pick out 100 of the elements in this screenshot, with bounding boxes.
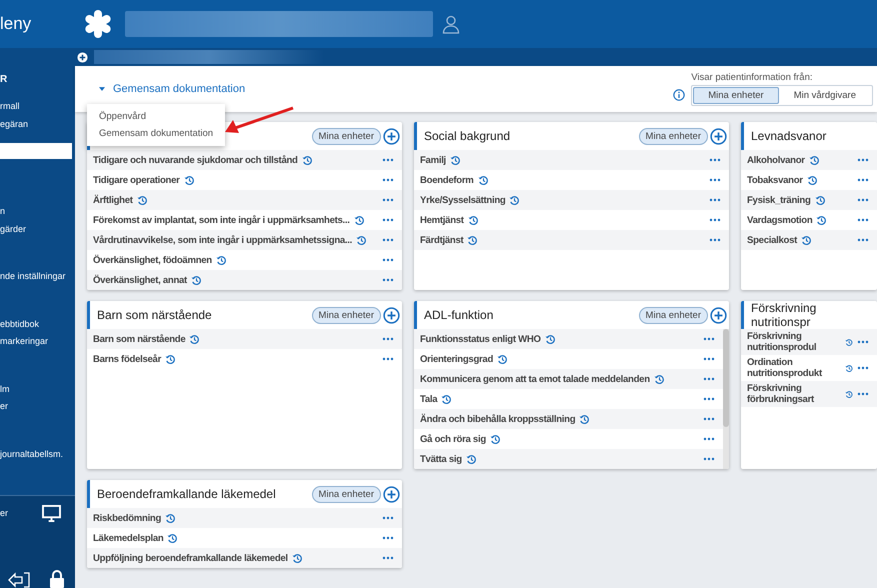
more-icon[interactable] bbox=[382, 357, 394, 361]
history-icon[interactable] bbox=[467, 234, 478, 246]
row-label[interactable]: Vardagsmotion bbox=[747, 214, 812, 226]
row-label[interactable]: Förekomst av implantat, som inte ingår i uppmärksamhets... bbox=[93, 214, 350, 226]
sidebar-item[interactable]: er bbox=[0, 508, 8, 518]
add-icon[interactable] bbox=[383, 128, 400, 144]
row-label[interactable]: Tala bbox=[420, 394, 438, 404]
history-icon[interactable] bbox=[354, 214, 365, 226]
search-field[interactable] bbox=[0, 143, 72, 159]
history-icon[interactable] bbox=[478, 174, 488, 186]
more-icon[interactable] bbox=[382, 556, 394, 560]
history-icon[interactable] bbox=[356, 234, 368, 246]
logout-icon[interactable] bbox=[8, 572, 30, 588]
more-icon[interactable] bbox=[382, 258, 394, 262]
history-icon[interactable] bbox=[189, 334, 200, 344]
history-icon[interactable] bbox=[190, 274, 202, 286]
history-icon[interactable] bbox=[490, 434, 501, 444]
more-icon[interactable] bbox=[857, 238, 869, 242]
sidebar-item[interactable]: egäran bbox=[0, 116, 75, 133]
row-label[interactable]: Ordination nutritionsprodukt bbox=[747, 357, 841, 379]
lock-icon[interactable] bbox=[49, 570, 65, 588]
menu-item[interactable]: Öppenvård bbox=[87, 108, 226, 125]
history-icon[interactable] bbox=[441, 394, 452, 404]
more-icon[interactable] bbox=[382, 536, 394, 540]
row-label[interactable]: Barn som närstående bbox=[93, 334, 186, 344]
more-icon[interactable] bbox=[709, 238, 721, 242]
history-icon[interactable] bbox=[844, 388, 853, 400]
filter-pill[interactable]: Mina enheter bbox=[312, 306, 381, 324]
sidebar-item[interactable]: er bbox=[0, 398, 75, 416]
caret-icon[interactable] bbox=[99, 87, 105, 91]
history-icon[interactable] bbox=[450, 154, 461, 166]
row-label[interactable]: Tidigare operationer bbox=[93, 174, 180, 186]
more-icon[interactable] bbox=[382, 158, 394, 162]
more-icon[interactable] bbox=[857, 178, 869, 182]
row-label[interactable]: Läkemedelsplan bbox=[93, 532, 164, 544]
more-icon[interactable] bbox=[382, 178, 394, 182]
menu-title[interactable]: leny bbox=[0, 14, 75, 34]
more-icon[interactable] bbox=[382, 516, 394, 520]
history-icon[interactable] bbox=[544, 334, 556, 344]
row-label[interactable]: Färdtjänst bbox=[420, 234, 464, 246]
history-icon[interactable] bbox=[808, 154, 820, 166]
user-icon[interactable] bbox=[441, 14, 461, 34]
more-icon[interactable] bbox=[703, 377, 715, 381]
menu-item[interactable]: Gemensam dokumentation bbox=[87, 125, 226, 142]
monitor-icon[interactable] bbox=[42, 504, 61, 522]
row-label[interactable]: Överkänslighet, annat bbox=[93, 274, 187, 286]
history-icon[interactable] bbox=[184, 174, 195, 186]
row-label[interactable]: Hemtjänst bbox=[420, 214, 464, 226]
more-icon[interactable] bbox=[709, 178, 721, 182]
filter-pill[interactable]: Mina enheter bbox=[312, 486, 381, 502]
history-icon[interactable] bbox=[302, 154, 313, 166]
more-icon[interactable] bbox=[382, 278, 394, 282]
filter-pill[interactable]: Mina enheter bbox=[312, 128, 381, 144]
add-icon[interactable] bbox=[383, 486, 400, 502]
row-label[interactable]: Gå och röra sig bbox=[420, 434, 486, 444]
row-label[interactable]: Överkänslighet, födoämnen bbox=[93, 254, 212, 266]
more-icon[interactable] bbox=[382, 218, 394, 222]
more-icon[interactable] bbox=[703, 417, 715, 421]
history-icon[interactable] bbox=[844, 336, 853, 348]
more-icon[interactable] bbox=[857, 218, 869, 222]
sidebar-item[interactable]: nde inställningar bbox=[0, 268, 75, 286]
row-label[interactable]: Ärftlighet bbox=[93, 194, 133, 206]
row-label[interactable]: Barns födelseår bbox=[93, 354, 162, 364]
row-label[interactable]: Tvätta sig bbox=[420, 454, 462, 464]
more-icon[interactable] bbox=[709, 218, 721, 222]
row-label[interactable]: Tobaksvanor bbox=[747, 174, 803, 186]
more-icon[interactable] bbox=[382, 238, 394, 242]
row-label[interactable]: Familj bbox=[420, 154, 446, 166]
history-icon[interactable] bbox=[509, 194, 520, 206]
more-icon[interactable] bbox=[382, 337, 394, 341]
more-icon[interactable] bbox=[857, 366, 869, 370]
more-icon[interactable] bbox=[703, 437, 715, 441]
history-icon[interactable] bbox=[466, 454, 477, 464]
history-icon[interactable] bbox=[165, 512, 176, 524]
history-icon[interactable] bbox=[806, 174, 818, 186]
source-option[interactable]: Mina enheter bbox=[693, 87, 779, 104]
add-icon[interactable] bbox=[77, 52, 88, 62]
add-icon[interactable] bbox=[710, 128, 727, 144]
more-icon[interactable] bbox=[703, 357, 715, 361]
history-icon[interactable] bbox=[165, 354, 176, 364]
history-icon[interactable] bbox=[468, 214, 479, 226]
history-icon[interactable] bbox=[814, 194, 826, 206]
row-label[interactable]: Orienteringsgrad bbox=[420, 354, 494, 364]
row-label[interactable]: Yrke/Sysselsättning bbox=[420, 194, 506, 206]
history-icon[interactable] bbox=[801, 234, 812, 246]
more-icon[interactable] bbox=[857, 340, 869, 344]
more-icon[interactable] bbox=[703, 457, 715, 461]
sidebar-item[interactable]: gärder bbox=[0, 220, 75, 238]
more-icon[interactable] bbox=[709, 158, 721, 162]
history-icon[interactable] bbox=[579, 414, 590, 424]
sidebar-item[interactable]: ebbtidbok bbox=[0, 316, 75, 333]
history-icon[interactable] bbox=[816, 214, 828, 226]
view-dropdown[interactable]: Gemensam dokumentation bbox=[99, 83, 246, 95]
more-icon[interactable] bbox=[857, 158, 869, 162]
history-icon[interactable] bbox=[654, 374, 665, 384]
history-icon[interactable] bbox=[167, 532, 178, 544]
history-icon[interactable] bbox=[844, 362, 853, 374]
info-icon[interactable] bbox=[673, 89, 686, 101]
sidebar-item[interactable]: journaltabellsm. bbox=[0, 446, 75, 463]
add-icon[interactable] bbox=[710, 306, 727, 324]
